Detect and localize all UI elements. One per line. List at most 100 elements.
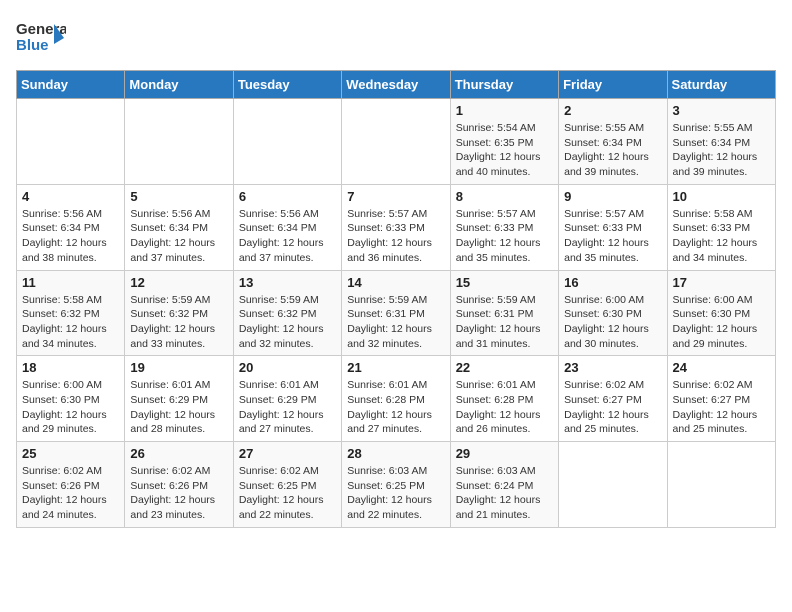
day-detail: Sunrise: 6:03 AMSunset: 6:25 PMDaylight:… — [347, 464, 444, 523]
day-detail: Sunrise: 6:02 AMSunset: 6:25 PMDaylight:… — [239, 464, 336, 523]
day-number: 28 — [347, 446, 444, 461]
calendar-cell — [667, 442, 775, 528]
day-detail: Sunrise: 5:59 AMSunset: 6:32 PMDaylight:… — [239, 293, 336, 352]
calendar-cell: 22Sunrise: 6:01 AMSunset: 6:28 PMDayligh… — [450, 356, 558, 442]
day-detail: Sunrise: 6:02 AMSunset: 6:26 PMDaylight:… — [22, 464, 119, 523]
day-detail: Sunrise: 6:03 AMSunset: 6:24 PMDaylight:… — [456, 464, 553, 523]
calendar-cell: 18 Sunrise: 6:00 AMSunset: 6:30 PMDayligh… — [17, 356, 125, 442]
day-number: 19 — [130, 360, 227, 375]
day-detail: Sunrise: 6:02 AMSunset: 6:27 PMDaylight:… — [673, 378, 770, 437]
day-detail: Sunrise: 6:01 AMSunset: 6:29 PMDaylight:… — [239, 378, 336, 437]
calendar-cell: 9Sunrise: 5:57 AMSunset: 6:33 PMDaylight… — [559, 184, 667, 270]
calendar-cell: 4 Sunrise: 5:56 AMSunset: 6:34 PMDaylight… — [17, 184, 125, 270]
calendar-header-wednesday: Wednesday — [342, 71, 450, 99]
calendar-cell: 13 Sunrise: 5:59 AMSunset: 6:32 PMDayligh… — [233, 270, 341, 356]
day-detail: Sunrise: 6:02 AMSunset: 6:27 PMDaylight:… — [564, 378, 661, 437]
calendar-cell — [17, 99, 125, 185]
calendar-week-row: 11 Sunrise: 5:58 AMSunset: 6:32 PMDayligh… — [17, 270, 776, 356]
calendar-cell: 28 Sunrise: 6:03 AMSunset: 6:25 PMDayligh… — [342, 442, 450, 528]
calendar-cell: 3 Sunrise: 5:55 AMSunset: 6:34 PMDaylight… — [667, 99, 775, 185]
calendar-cell: 26 Sunrise: 6:02 AMSunset: 6:26 PMDayligh… — [125, 442, 233, 528]
day-number: 21 — [347, 360, 444, 375]
day-detail: Sunrise: 6:01 AMSunset: 6:28 PMDaylight:… — [347, 378, 444, 437]
day-detail: Sunrise: 5:57 AMSunset: 6:33 PMDaylight:… — [456, 207, 553, 266]
calendar-cell: 24 Sunrise: 6:02 AMSunset: 6:27 PMDayligh… — [667, 356, 775, 442]
day-number: 14 — [347, 275, 444, 290]
calendar-header-saturday: Saturday — [667, 71, 775, 99]
calendar-week-row: 1 Sunrise: 5:54 AMSunset: 6:35 PMDaylight… — [17, 99, 776, 185]
day-number: 4 — [22, 189, 119, 204]
day-detail: Sunrise: 6:00 AMSunset: 6:30 PMDaylight:… — [673, 293, 770, 352]
day-number: 26 — [130, 446, 227, 461]
day-detail: Sunrise: 5:59 AMSunset: 6:31 PMDaylight:… — [456, 293, 553, 352]
calendar-header-row: SundayMondayTuesdayWednesdayThursdayFrid… — [17, 71, 776, 99]
calendar-cell: 29 Sunrise: 6:03 AMSunset: 6:24 PMDayligh… — [450, 442, 558, 528]
day-number: 23 — [564, 360, 661, 375]
day-number: 6 — [239, 189, 336, 204]
day-detail: Sunrise: 5:59 AMSunset: 6:32 PMDaylight:… — [130, 293, 227, 352]
day-number: 22 — [456, 360, 553, 375]
day-detail: Sunrise: 5:55 AMSunset: 6:34 PMDaylight:… — [564, 121, 661, 180]
header: GeneralBlue — [16, 16, 776, 58]
day-number: 25 — [22, 446, 119, 461]
day-number: 16 — [564, 275, 661, 290]
calendar-week-row: 18 Sunrise: 6:00 AMSunset: 6:30 PMDayligh… — [17, 356, 776, 442]
logo: GeneralBlue — [16, 16, 66, 58]
calendar-cell — [342, 99, 450, 185]
calendar-cell: 14 Sunrise: 5:59 AMSunset: 6:31 PMDayligh… — [342, 270, 450, 356]
calendar-cell: 8 Sunrise: 5:57 AMSunset: 6:33 PMDaylight… — [450, 184, 558, 270]
day-number: 5 — [130, 189, 227, 204]
day-number: 29 — [456, 446, 553, 461]
calendar-cell: 2 Sunrise: 5:55 AMSunset: 6:34 PMDaylight… — [559, 99, 667, 185]
day-number: 18 — [22, 360, 119, 375]
calendar-cell: 6Sunrise: 5:56 AMSunset: 6:34 PMDaylight… — [233, 184, 341, 270]
day-number: 9 — [564, 189, 661, 204]
day-detail: Sunrise: 5:56 AMSunset: 6:34 PMDaylight:… — [130, 207, 227, 266]
calendar-cell: 1 Sunrise: 5:54 AMSunset: 6:35 PMDaylight… — [450, 99, 558, 185]
day-detail: Sunrise: 5:57 AMSunset: 6:33 PMDaylight:… — [347, 207, 444, 266]
day-number: 20 — [239, 360, 336, 375]
day-detail: Sunrise: 5:58 AMSunset: 6:32 PMDaylight:… — [22, 293, 119, 352]
day-number: 2 — [564, 103, 661, 118]
calendar-header-monday: Monday — [125, 71, 233, 99]
svg-text:Blue: Blue — [16, 37, 49, 54]
calendar-cell: 23 Sunrise: 6:02 AMSunset: 6:27 PMDayligh… — [559, 356, 667, 442]
calendar-cell — [233, 99, 341, 185]
day-detail: Sunrise: 5:59 AMSunset: 6:31 PMDaylight:… — [347, 293, 444, 352]
day-number: 27 — [239, 446, 336, 461]
calendar-cell: 25 Sunrise: 6:02 AMSunset: 6:26 PMDayligh… — [17, 442, 125, 528]
calendar-cell: 7Sunrise: 5:57 AMSunset: 6:33 PMDaylight… — [342, 184, 450, 270]
day-detail: Sunrise: 5:54 AMSunset: 6:35 PMDaylight:… — [456, 121, 553, 180]
calendar-header-sunday: Sunday — [17, 71, 125, 99]
day-detail: Sunrise: 5:55 AMSunset: 6:34 PMDaylight:… — [673, 121, 770, 180]
day-detail: Sunrise: 5:58 AMSunset: 6:33 PMDaylight:… — [673, 207, 770, 266]
calendar-cell — [559, 442, 667, 528]
calendar-table: SundayMondayTuesdayWednesdayThursdayFrid… — [16, 70, 776, 528]
day-number: 12 — [130, 275, 227, 290]
calendar-header-tuesday: Tuesday — [233, 71, 341, 99]
calendar-cell — [125, 99, 233, 185]
calendar-header-friday: Friday — [559, 71, 667, 99]
day-detail: Sunrise: 5:56 AMSunset: 6:34 PMDaylight:… — [22, 207, 119, 266]
day-number: 13 — [239, 275, 336, 290]
day-number: 1 — [456, 103, 553, 118]
calendar-cell: 15 Sunrise: 5:59 AMSunset: 6:31 PMDayligh… — [450, 270, 558, 356]
day-detail: Sunrise: 6:00 AMSunset: 6:30 PMDaylight:… — [564, 293, 661, 352]
calendar-cell: 17 Sunrise: 6:00 AMSunset: 6:30 PMDayligh… — [667, 270, 775, 356]
day-detail: Sunrise: 6:00 AMSunset: 6:30 PMDaylight:… — [22, 378, 119, 437]
day-number: 11 — [22, 275, 119, 290]
day-detail: Sunrise: 6:02 AMSunset: 6:26 PMDaylight:… — [130, 464, 227, 523]
calendar-week-row: 25 Sunrise: 6:02 AMSunset: 6:26 PMDayligh… — [17, 442, 776, 528]
day-number: 10 — [673, 189, 770, 204]
calendar-week-row: 4 Sunrise: 5:56 AMSunset: 6:34 PMDaylight… — [17, 184, 776, 270]
calendar-cell: 16 Sunrise: 6:00 AMSunset: 6:30 PMDayligh… — [559, 270, 667, 356]
calendar-cell: 12 Sunrise: 5:59 AMSunset: 6:32 PMDayligh… — [125, 270, 233, 356]
day-number: 8 — [456, 189, 553, 204]
calendar-cell: 21 Sunrise: 6:01 AMSunset: 6:28 PMDayligh… — [342, 356, 450, 442]
day-number: 17 — [673, 275, 770, 290]
day-number: 15 — [456, 275, 553, 290]
day-number: 3 — [673, 103, 770, 118]
day-detail: Sunrise: 6:01 AMSunset: 6:29 PMDaylight:… — [130, 378, 227, 437]
day-number: 24 — [673, 360, 770, 375]
calendar-cell: 11 Sunrise: 5:58 AMSunset: 6:32 PMDayligh… — [17, 270, 125, 356]
